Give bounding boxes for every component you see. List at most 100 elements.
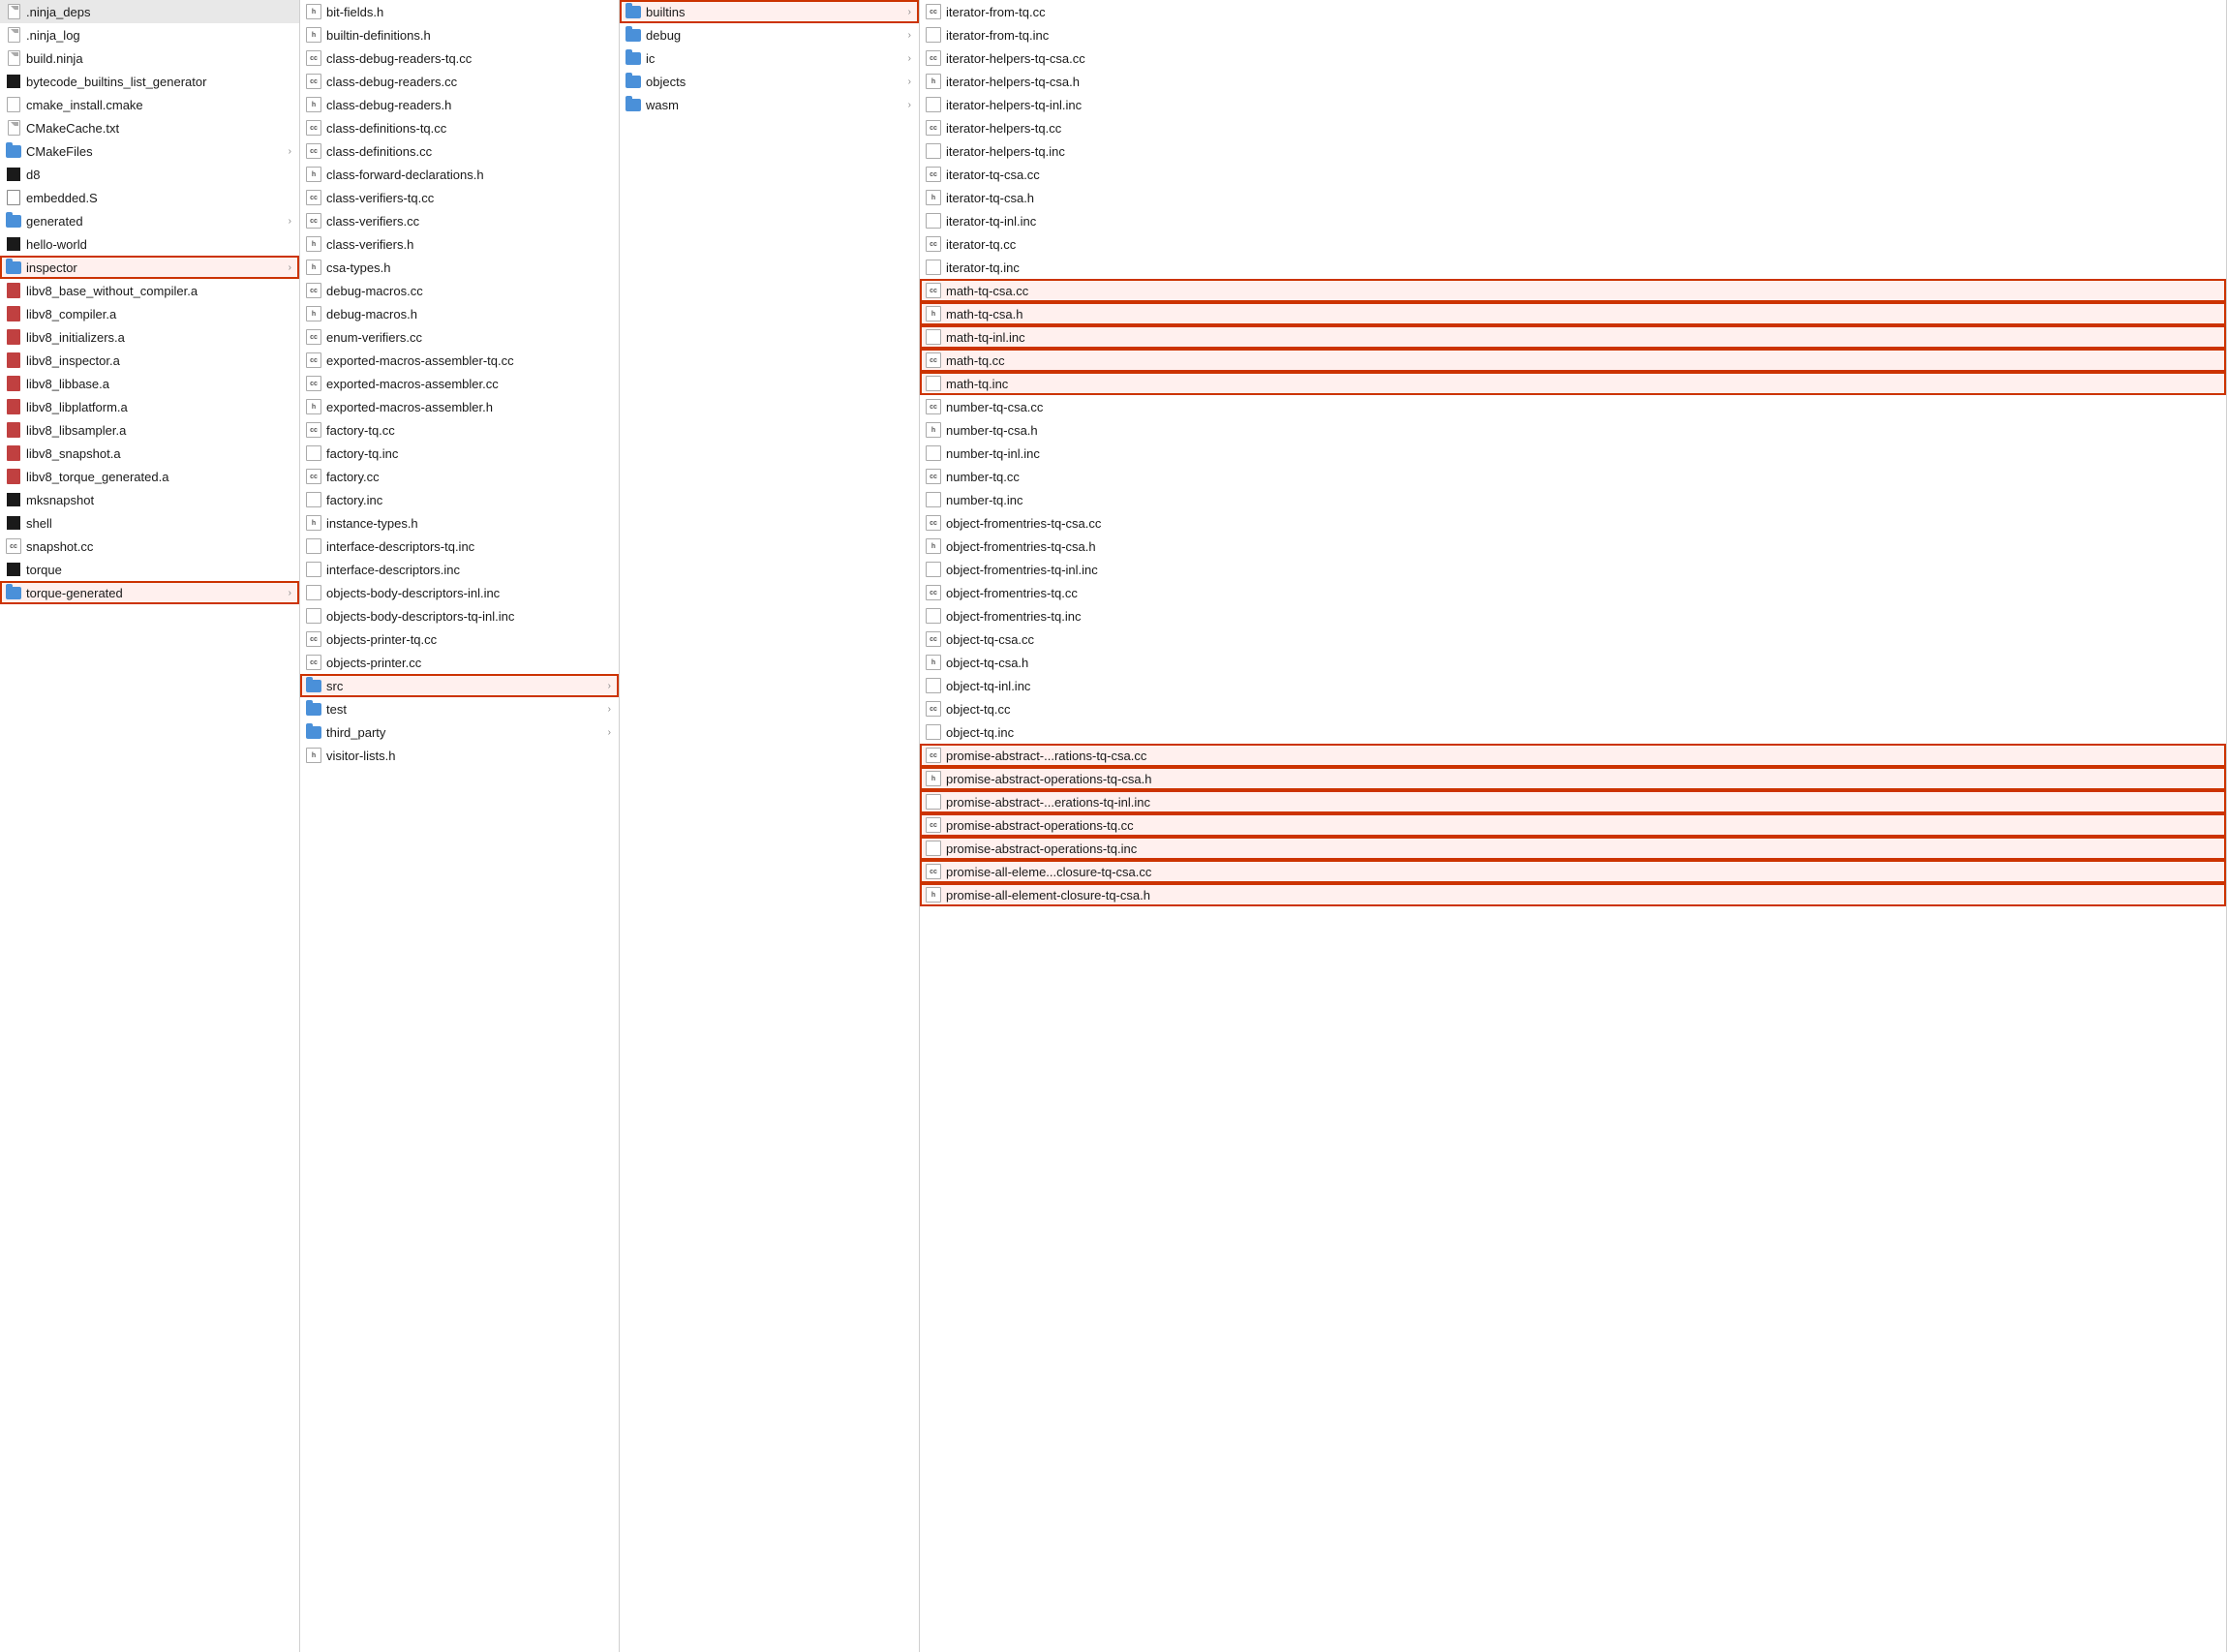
list-item[interactable]: cciterator-tq.cc [920, 232, 2226, 256]
list-item[interactable]: embedded.S [0, 186, 299, 209]
list-item[interactable]: interface-descriptors.inc [300, 558, 619, 581]
list-item[interactable]: iterator-from-tq.inc [920, 23, 2226, 46]
list-item[interactable]: cciterator-helpers-tq-csa.cc [920, 46, 2226, 70]
list-item[interactable]: ccpromise-abstract-operations-tq.cc [920, 813, 2226, 837]
list-item[interactable]: libv8_compiler.a [0, 302, 299, 325]
list-item[interactable]: iterator-tq-inl.inc [920, 209, 2226, 232]
list-item[interactable]: objects-body-descriptors-tq-inl.inc [300, 604, 619, 627]
list-item[interactable]: number-tq-inl.inc [920, 442, 2226, 465]
list-item[interactable]: hcsa-types.h [300, 256, 619, 279]
list-item[interactable]: libv8_libbase.a [0, 372, 299, 395]
list-item[interactable]: iterator-tq.inc [920, 256, 2226, 279]
list-item[interactable]: hpromise-abstract-operations-tq-csa.h [920, 767, 2226, 790]
list-item[interactable]: hobject-fromentries-tq-csa.h [920, 535, 2226, 558]
list-item[interactable]: cciterator-helpers-tq.cc [920, 116, 2226, 139]
list-item[interactable]: ccexported-macros-assembler-tq.cc [300, 349, 619, 372]
list-item[interactable]: factory-tq.inc [300, 442, 619, 465]
list-item[interactable]: ccnumber-tq.cc [920, 465, 2226, 488]
list-item[interactable]: promise-abstract-...erations-tq-inl.inc [920, 790, 2226, 813]
list-item[interactable]: CMakeFiles› [0, 139, 299, 163]
list-item[interactable]: hnumber-tq-csa.h [920, 418, 2226, 442]
list-item[interactable]: test› [300, 697, 619, 720]
list-item[interactable]: ccpromise-all-eleme...closure-tq-csa.cc [920, 860, 2226, 883]
list-item[interactable]: object-fromentries-tq-inl.inc [920, 558, 2226, 581]
list-item[interactable]: d8 [0, 163, 299, 186]
list-item[interactable]: number-tq.inc [920, 488, 2226, 511]
list-item[interactable]: hexported-macros-assembler.h [300, 395, 619, 418]
list-item[interactable]: math-tq-inl.inc [920, 325, 2226, 349]
list-item[interactable]: cciterator-tq-csa.cc [920, 163, 2226, 186]
list-item[interactable]: hclass-debug-readers.h [300, 93, 619, 116]
list-item[interactable]: ccmath-tq.cc [920, 349, 2226, 372]
list-item[interactable]: generated› [0, 209, 299, 232]
list-item[interactable]: CMakeCache.txt [0, 116, 299, 139]
list-item[interactable]: libv8_initializers.a [0, 325, 299, 349]
list-item[interactable]: ccobjects-printer-tq.cc [300, 627, 619, 651]
list-item[interactable]: hpromise-all-element-closure-tq-csa.h [920, 883, 2226, 906]
list-item[interactable]: hvisitor-lists.h [300, 744, 619, 767]
list-item[interactable]: cmake_install.cmake [0, 93, 299, 116]
list-item[interactable]: hobject-tq-csa.h [920, 651, 2226, 674]
list-item[interactable]: third_party› [300, 720, 619, 744]
list-item[interactable]: hello-world [0, 232, 299, 256]
list-item[interactable]: object-tq-inl.inc [920, 674, 2226, 697]
list-item[interactable]: ccclass-definitions-tq.cc [300, 116, 619, 139]
list-item[interactable]: ccobject-tq.cc [920, 697, 2226, 720]
list-item[interactable]: src› [300, 674, 619, 697]
list-item[interactable]: objects-body-descriptors-inl.inc [300, 581, 619, 604]
list-item[interactable]: libv8_base_without_compiler.a [0, 279, 299, 302]
list-item[interactable]: bytecode_builtins_list_generator [0, 70, 299, 93]
list-item[interactable]: math-tq.inc [920, 372, 2226, 395]
list-item[interactable]: shell [0, 511, 299, 535]
list-item[interactable]: ccfactory.cc [300, 465, 619, 488]
list-item[interactable]: object-tq.inc [920, 720, 2226, 744]
list-item[interactable]: hclass-verifiers.h [300, 232, 619, 256]
list-item[interactable]: build.ninja [0, 46, 299, 70]
list-item[interactable]: libv8_libplatform.a [0, 395, 299, 418]
list-item[interactable]: libv8_inspector.a [0, 349, 299, 372]
list-item[interactable]: hiterator-tq-csa.h [920, 186, 2226, 209]
pane-src[interactable]: builtins›debug›ic›objects›wasm› [620, 0, 920, 1652]
list-item[interactable]: ccobject-fromentries-tq.cc [920, 581, 2226, 604]
list-item[interactable]: cciterator-from-tq.cc [920, 0, 2226, 23]
list-item[interactable]: hdebug-macros.h [300, 302, 619, 325]
list-item[interactable]: inspector› [0, 256, 299, 279]
list-item[interactable]: interface-descriptors-tq.inc [300, 535, 619, 558]
list-item[interactable]: iterator-helpers-tq-inl.inc [920, 93, 2226, 116]
list-item[interactable]: .ninja_deps [0, 0, 299, 23]
list-item[interactable]: hclass-forward-declarations.h [300, 163, 619, 186]
list-item[interactable]: ccobjects-printer.cc [300, 651, 619, 674]
pane-root[interactable]: .ninja_deps.ninja_logbuild.ninjabytecode… [0, 0, 300, 1652]
list-item[interactable]: libv8_torque_generated.a [0, 465, 299, 488]
list-item[interactable]: ccfactory-tq.cc [300, 418, 619, 442]
list-item[interactable]: hbit-fields.h [300, 0, 619, 23]
list-item[interactable]: iterator-helpers-tq.inc [920, 139, 2226, 163]
list-item[interactable]: promise-abstract-operations-tq.inc [920, 837, 2226, 860]
list-item[interactable]: debug› [620, 23, 919, 46]
list-item[interactable]: ccclass-verifiers.cc [300, 209, 619, 232]
list-item[interactable]: ccclass-debug-readers-tq.cc [300, 46, 619, 70]
list-item[interactable]: hiterator-helpers-tq-csa.h [920, 70, 2226, 93]
list-item[interactable]: ccsnapshot.cc [0, 535, 299, 558]
pane-builtins[interactable]: cciterator-from-tq.cciterator-from-tq.in… [920, 0, 2227, 1652]
list-item[interactable]: mksnapshot [0, 488, 299, 511]
list-item[interactable]: objects› [620, 70, 919, 93]
list-item[interactable]: ccclass-debug-readers.cc [300, 70, 619, 93]
list-item[interactable]: libv8_snapshot.a [0, 442, 299, 465]
list-item[interactable]: ccnumber-tq-csa.cc [920, 395, 2226, 418]
list-item[interactable]: hinstance-types.h [300, 511, 619, 535]
list-item[interactable]: ic› [620, 46, 919, 70]
list-item[interactable]: torque-generated› [0, 581, 299, 604]
list-item[interactable]: hmath-tq-csa.h [920, 302, 2226, 325]
pane-torque-generated[interactable]: hbit-fields.hhbuiltin-definitions.hcccla… [300, 0, 620, 1652]
list-item[interactable]: wasm› [620, 93, 919, 116]
list-item[interactable]: ccobject-tq-csa.cc [920, 627, 2226, 651]
list-item[interactable]: ccpromise-abstract-...rations-tq-csa.cc [920, 744, 2226, 767]
list-item[interactable]: object-fromentries-tq.inc [920, 604, 2226, 627]
list-item[interactable]: torque [0, 558, 299, 581]
list-item[interactable]: libv8_libsampler.a [0, 418, 299, 442]
list-item[interactable]: ccobject-fromentries-tq-csa.cc [920, 511, 2226, 535]
list-item[interactable]: ccclass-definitions.cc [300, 139, 619, 163]
list-item[interactable]: .ninja_log [0, 23, 299, 46]
list-item[interactable]: ccdebug-macros.cc [300, 279, 619, 302]
